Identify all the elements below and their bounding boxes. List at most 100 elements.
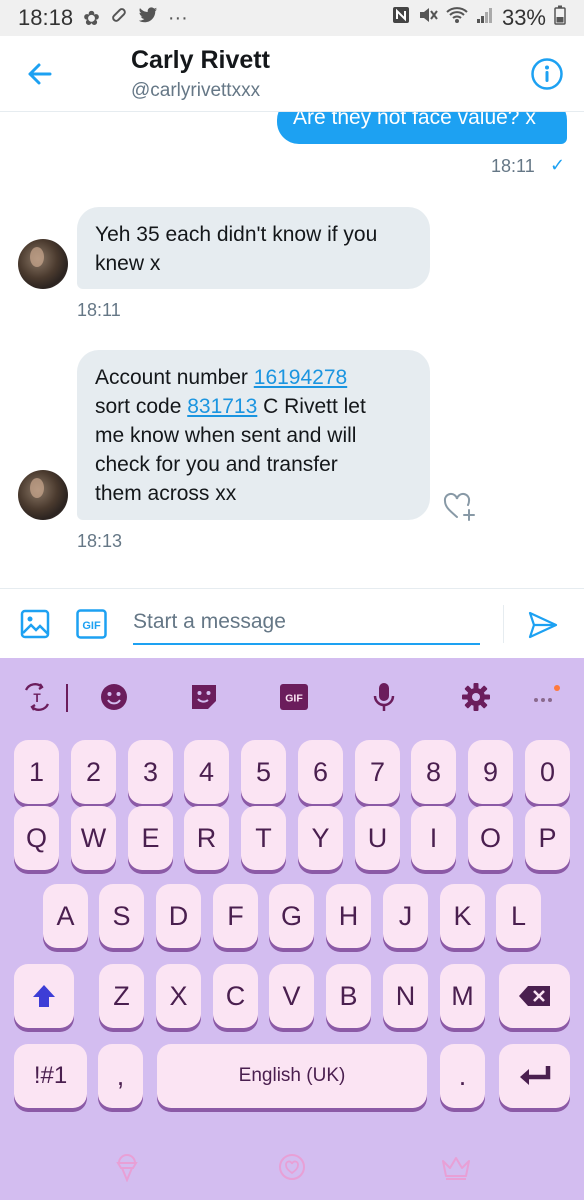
- gif-button[interactable]: GIF: [76, 609, 107, 644]
- gif-icon: GIF: [280, 684, 308, 710]
- backspace-icon: [518, 986, 550, 1006]
- gear-icon: [462, 683, 490, 711]
- add-reaction-button[interactable]: [442, 490, 478, 522]
- key-w[interactable]: W: [71, 806, 116, 870]
- account-number-link[interactable]: 16194278: [254, 366, 347, 389]
- send-button[interactable]: [527, 609, 559, 641]
- key-y[interactable]: Y: [298, 806, 343, 870]
- sort-label: sort code: [95, 395, 188, 418]
- space-key[interactable]: English (UK): [157, 1044, 427, 1108]
- key-1[interactable]: 1: [14, 740, 59, 804]
- gif-icon: GIF: [76, 609, 107, 639]
- mute-icon: [418, 6, 438, 30]
- keyboard-settings-button[interactable]: [461, 682, 491, 712]
- microphone-icon: [373, 683, 395, 711]
- keyboard-gif-button[interactable]: GIF: [279, 682, 309, 712]
- symbols-key[interactable]: !#1: [14, 1044, 87, 1108]
- key-k[interactable]: K: [440, 884, 485, 948]
- sticker-button[interactable]: [189, 682, 219, 712]
- crown-icon: [442, 1157, 470, 1180]
- avatar[interactable]: [18, 470, 68, 520]
- key-b[interactable]: B: [326, 964, 371, 1028]
- message-line: Yeh 35 each didn't know if you: [95, 223, 378, 246]
- text-translate-button[interactable]: T: [20, 682, 54, 712]
- shift-arrow-icon: [33, 985, 55, 1007]
- key-l[interactable]: L: [496, 884, 541, 948]
- key-o[interactable]: O: [468, 806, 513, 870]
- key-7[interactable]: 7: [355, 740, 400, 804]
- composer-divider: [503, 605, 504, 643]
- key-4[interactable]: 4: [184, 740, 229, 804]
- key-m[interactable]: M: [440, 964, 485, 1028]
- key-6[interactable]: 6: [298, 740, 343, 804]
- key-s[interactable]: S: [99, 884, 144, 948]
- key-2[interactable]: 2: [71, 740, 116, 804]
- keyboard-theme-button[interactable]: [114, 1150, 140, 1187]
- key-x[interactable]: X: [156, 964, 201, 1028]
- key-g[interactable]: G: [269, 884, 314, 948]
- sort-code-link[interactable]: 831713: [187, 395, 257, 418]
- emoji-icon: [101, 684, 127, 710]
- back-button[interactable]: [20, 54, 60, 94]
- message-input[interactable]: [133, 601, 480, 645]
- key-3[interactable]: 3: [128, 740, 173, 804]
- premium-button[interactable]: [441, 1155, 471, 1186]
- key-p[interactable]: P: [525, 806, 570, 870]
- message-time: 18:11: [491, 156, 535, 176]
- message-line: them across xx: [95, 482, 237, 505]
- conversation-title[interactable]: Carly Rivett: [131, 46, 270, 75]
- key-t[interactable]: T: [241, 806, 286, 870]
- wifi-icon: [446, 6, 468, 30]
- conversation-handle[interactable]: @carlyrivettxxx: [131, 80, 260, 102]
- account-label: Account number: [95, 366, 254, 389]
- read-check-icon: ✓: [550, 155, 566, 175]
- flower-icon: ✿: [83, 7, 100, 30]
- key-c[interactable]: C: [213, 964, 258, 1028]
- comma-key[interactable]: ,: [98, 1044, 143, 1108]
- message-time: 18:11: [77, 300, 121, 320]
- key-d[interactable]: D: [156, 884, 201, 948]
- key-j[interactable]: J: [383, 884, 428, 948]
- back-arrow-icon: [28, 63, 52, 85]
- enter-key[interactable]: [499, 1044, 570, 1108]
- voice-input-button[interactable]: [369, 682, 399, 712]
- message-list[interactable]: Are they not face value? x 18:11 ✓ Yeh 3…: [0, 112, 584, 588]
- emoji-button[interactable]: [99, 682, 129, 712]
- conversation-header: Carly Rivett @carlyrivettxxx: [0, 36, 584, 112]
- key-0[interactable]: 0: [525, 740, 570, 804]
- key-i[interactable]: I: [411, 806, 456, 870]
- key-n[interactable]: N: [383, 964, 428, 1028]
- shift-key[interactable]: [14, 964, 74, 1028]
- incoming-message[interactable]: Account number 16194278 sort code 831713…: [77, 350, 430, 520]
- more-options-button[interactable]: [530, 682, 560, 712]
- avatar[interactable]: [18, 239, 68, 289]
- favorites-button[interactable]: [278, 1153, 306, 1186]
- enter-icon: [519, 1066, 550, 1085]
- gif-label: GIF: [82, 620, 101, 632]
- info-button[interactable]: [530, 57, 564, 91]
- key-5[interactable]: 5: [241, 740, 286, 804]
- key-v[interactable]: V: [269, 964, 314, 1028]
- key-e[interactable]: E: [128, 806, 173, 870]
- image-icon: [20, 609, 50, 639]
- incoming-message[interactable]: Yeh 35 each didn't know if you knew x: [77, 207, 430, 289]
- key-q[interactable]: Q: [14, 806, 59, 870]
- translate-icon: T: [24, 683, 50, 711]
- key-z[interactable]: Z: [99, 964, 144, 1028]
- key-a[interactable]: A: [43, 884, 88, 948]
- add-photo-button[interactable]: [20, 609, 50, 644]
- key-f[interactable]: F: [213, 884, 258, 948]
- backspace-key[interactable]: [499, 964, 570, 1028]
- battery-icon: [554, 5, 566, 31]
- key-8[interactable]: 8: [411, 740, 456, 804]
- status-time: 18:18: [18, 5, 74, 30]
- key-9[interactable]: 9: [468, 740, 513, 804]
- ice-cream-icon: [116, 1154, 138, 1183]
- key-h[interactable]: H: [326, 884, 371, 948]
- period-key[interactable]: .: [440, 1044, 485, 1108]
- message-line: me know when sent and will: [95, 424, 357, 447]
- key-r[interactable]: R: [184, 806, 229, 870]
- keyboard: T GIF 1 2 3 4 5 6 7 8 9 0 Q W E R T Y U …: [0, 658, 584, 1200]
- outgoing-message[interactable]: Are they not face value? x: [277, 112, 567, 144]
- key-u[interactable]: U: [355, 806, 400, 870]
